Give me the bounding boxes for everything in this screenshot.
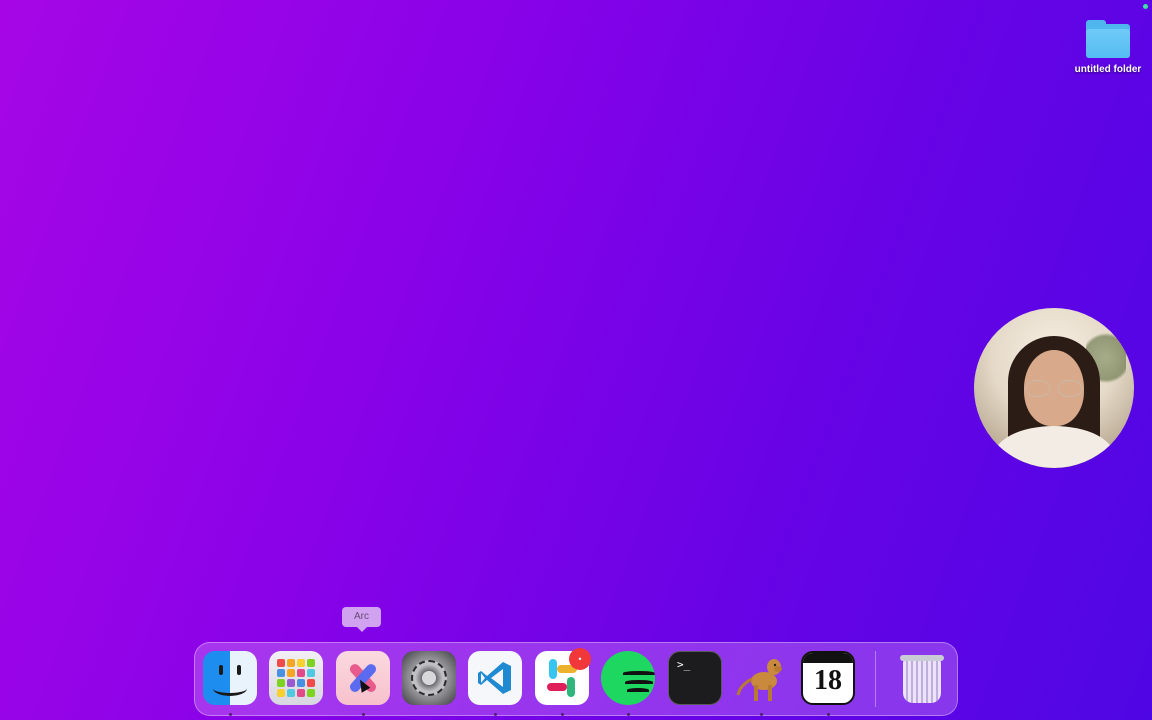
- folder-icon: [1084, 18, 1132, 60]
- dock-item-system-settings[interactable]: [402, 651, 456, 705]
- launchpad-icon: [277, 659, 315, 697]
- dock-item-launchpad[interactable]: [269, 651, 323, 705]
- dock-item-dog-app[interactable]: [734, 651, 788, 705]
- status-indicator-dot: [1143, 4, 1148, 9]
- vscode-icon: [478, 662, 511, 694]
- running-indicator: [494, 713, 497, 716]
- running-indicator: [760, 713, 763, 716]
- running-indicator: [229, 713, 232, 716]
- slack-notification-badge: •: [569, 648, 591, 670]
- dock-item-terminal[interactable]: >_: [668, 651, 722, 705]
- desktop-folder-label: untitled folder: [1074, 64, 1142, 75]
- running-indicator: [827, 713, 830, 716]
- webcam-overlay: [974, 308, 1134, 468]
- dog-icon: [736, 659, 782, 701]
- dock-tooltip: Arc: [342, 607, 381, 632]
- settings-icon: [411, 660, 447, 696]
- running-indicator: [362, 713, 365, 716]
- dock-item-calendar[interactable]: 18: [801, 651, 855, 705]
- dock-separator: [875, 651, 876, 707]
- desktop-folder[interactable]: untitled folder: [1068, 18, 1148, 75]
- dock-item-spotify[interactable]: [601, 651, 655, 705]
- running-indicator: [561, 713, 564, 716]
- running-indicator: [627, 713, 630, 716]
- dock-item-vscode[interactable]: [468, 651, 522, 705]
- calendar-date: 18: [814, 665, 842, 696]
- dock-item-trash[interactable]: [895, 651, 949, 705]
- terminal-icon: >_: [677, 658, 691, 671]
- dock-item-arc[interactable]: [336, 651, 390, 705]
- desktop[interactable]: untitled folder Arc >_ 18 •: [0, 0, 1152, 720]
- dock-item-finder[interactable]: [203, 651, 257, 705]
